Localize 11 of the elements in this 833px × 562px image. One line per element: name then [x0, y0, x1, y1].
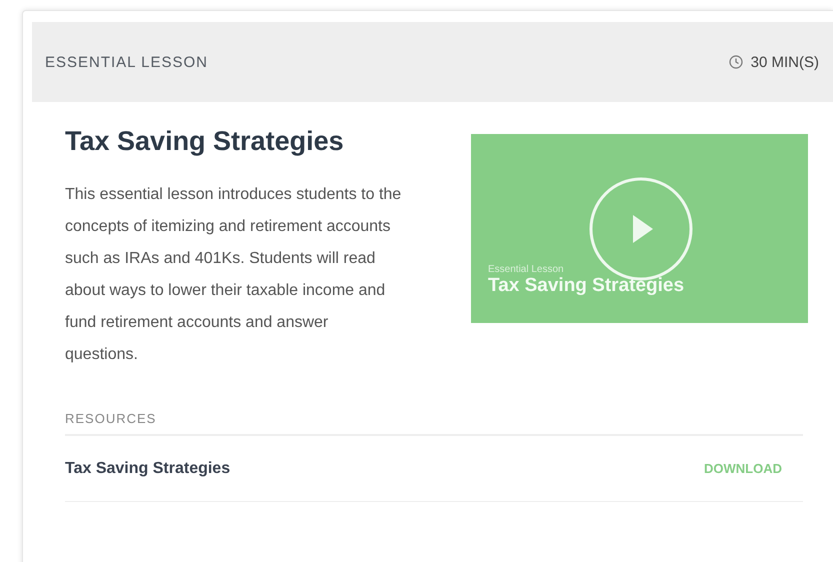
lesson-description: This essential lesson introduces students to the concepts of itemizing and retirement accounts such as IRAs and 401Ks. Students will read about ways to lower their taxable income and fund retirement accounts and answer questions. — [65, 185, 402, 365]
resource-name: Tax Saving Strategies — [65, 460, 230, 478]
resources-heading: RESOURCES — [65, 411, 803, 436]
lesson-title: Tax Saving Strategies — [65, 126, 345, 157]
download-link[interactable]: DOWNLOAD — [704, 461, 782, 476]
clock-icon — [728, 55, 743, 69]
lesson-type-label: ESSENTIAL LESSON — [45, 54, 208, 70]
duration-label: 30 MIN(S) — [750, 54, 819, 70]
video-title: Tax Saving Strategies — [488, 275, 686, 297]
video-thumbnail[interactable]: Essential Lesson Tax Saving Strategies — [471, 134, 808, 323]
video-caption: Essential Lesson — [488, 264, 565, 275]
